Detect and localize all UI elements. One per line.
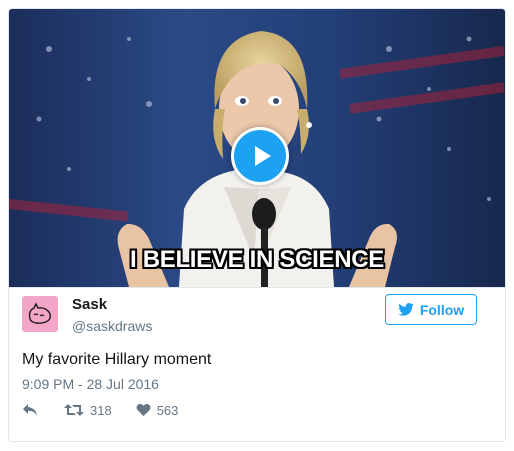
retweet-button[interactable]: 318 bbox=[64, 403, 112, 418]
tweet-actions: 318 563 bbox=[22, 400, 178, 420]
play-button[interactable] bbox=[231, 127, 289, 185]
reply-button[interactable] bbox=[22, 403, 38, 417]
tweet-timestamp[interactable]: 9:09 PM - 28 Jul 2016 bbox=[22, 376, 159, 392]
follow-label: Follow bbox=[419, 301, 465, 318]
divider bbox=[9, 287, 505, 288]
cat-sketch-icon bbox=[28, 302, 51, 324]
like-count: 563 bbox=[156, 402, 179, 418]
user-handle[interactable]: @saskdraws bbox=[72, 318, 152, 334]
avatar[interactable] bbox=[22, 296, 58, 332]
reply-icon bbox=[23, 404, 37, 416]
video-thumbnail[interactable]: I BELIEVE IN SCIENCE bbox=[9, 9, 505, 287]
retweet-icon bbox=[64, 404, 84, 416]
tweet-text: My favorite Hillary moment bbox=[22, 351, 212, 368]
follow-button[interactable]: Follow bbox=[385, 294, 477, 325]
heart-icon bbox=[136, 403, 151, 417]
twitter-bird-icon bbox=[398, 303, 414, 316]
play-icon bbox=[255, 146, 271, 166]
user-name[interactable]: Sask bbox=[72, 296, 107, 313]
like-button[interactable]: 563 bbox=[136, 402, 179, 418]
retweet-count: 318 bbox=[90, 402, 112, 418]
video-caption: I BELIEVE IN SCIENCE bbox=[129, 246, 385, 273]
